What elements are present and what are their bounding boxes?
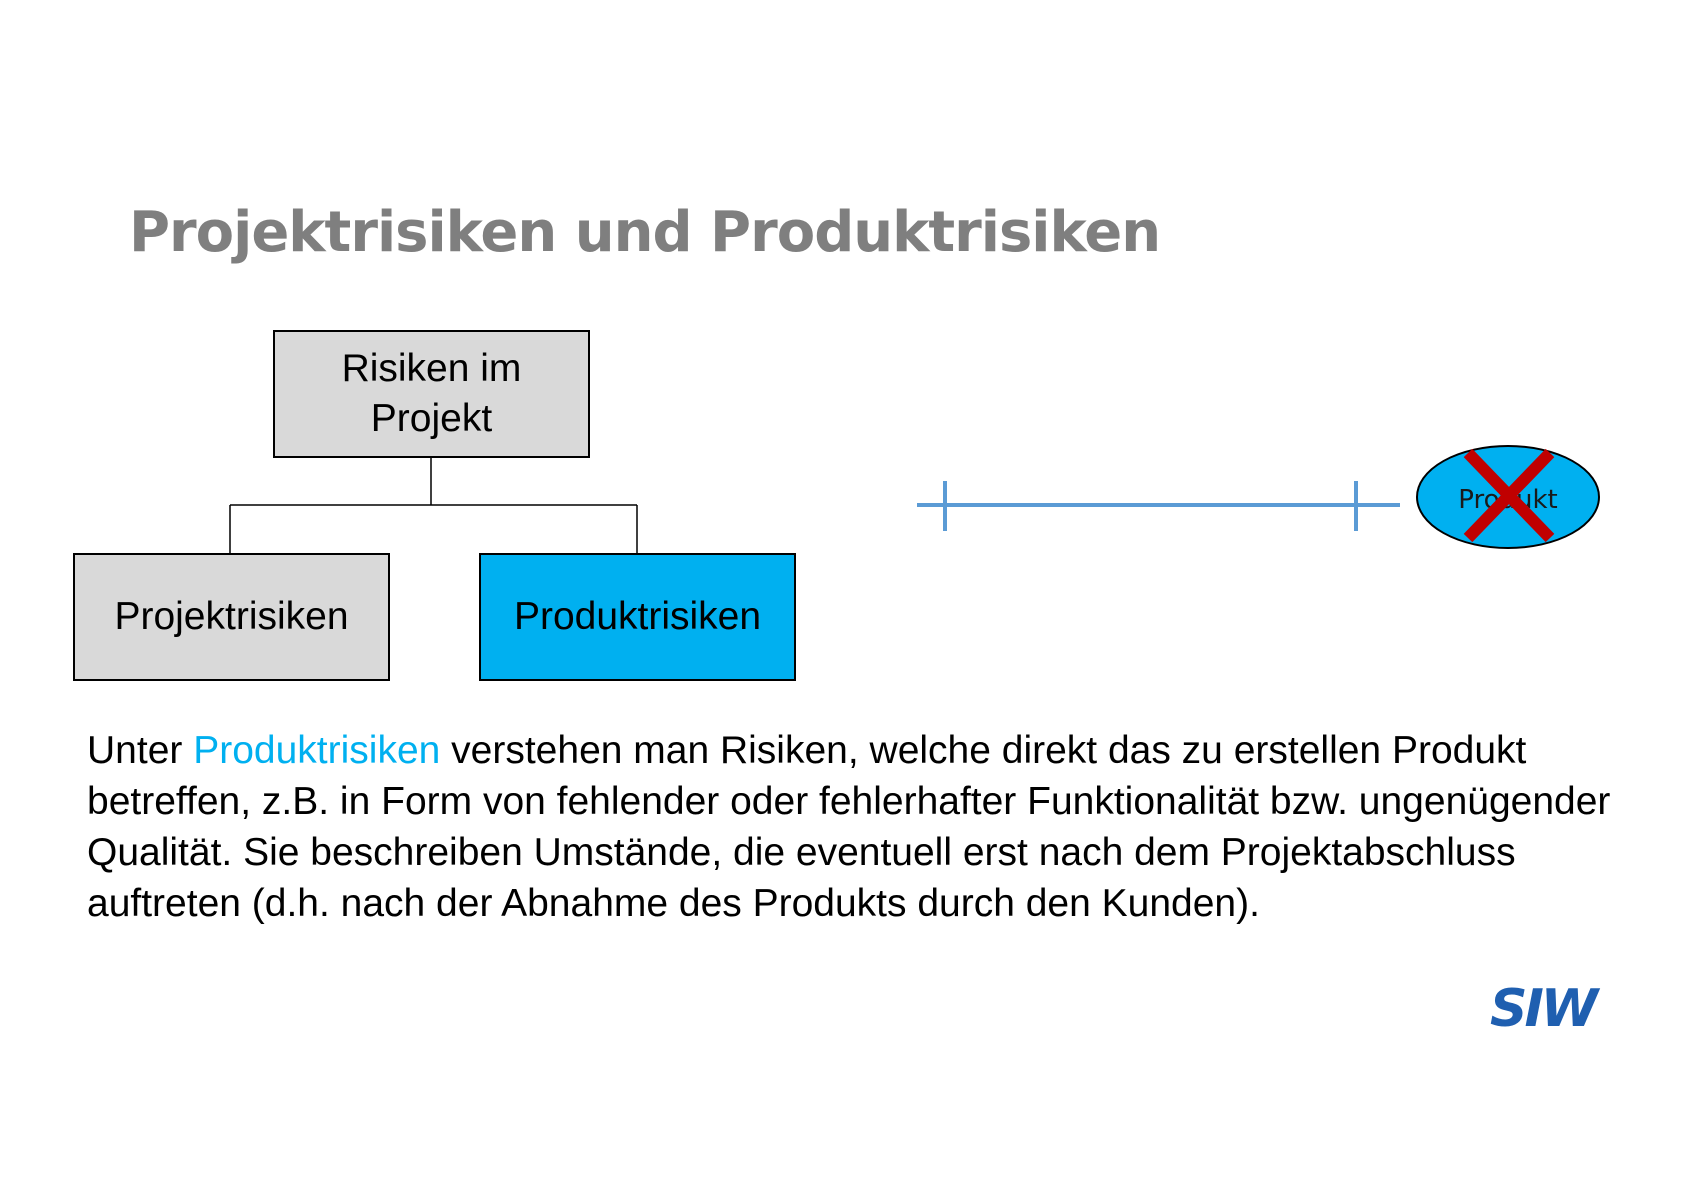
body-paragraph: Unter Produktrisiken verstehen man Risik…: [87, 725, 1647, 929]
timeline: [917, 481, 1400, 531]
projektrisiken-box: Projektrisiken: [73, 553, 390, 681]
produktrisiken-box: Produktrisiken: [479, 553, 796, 681]
siw-logo: SIW: [1490, 982, 1604, 1032]
product-node: Produkt: [1416, 445, 1600, 549]
risk-root-box: Risiken im Projekt: [273, 330, 590, 458]
risk-root-label: Risiken im Projekt: [341, 347, 522, 440]
body-prefix: Unter: [87, 729, 183, 772]
produktrisiken-label: Produktrisiken: [513, 595, 762, 638]
body-highlight: Produktrisiken: [193, 729, 441, 772]
projektrisiken-label: Projektrisiken: [114, 595, 349, 638]
svg-text:SIW: SIW: [1490, 982, 1601, 1032]
